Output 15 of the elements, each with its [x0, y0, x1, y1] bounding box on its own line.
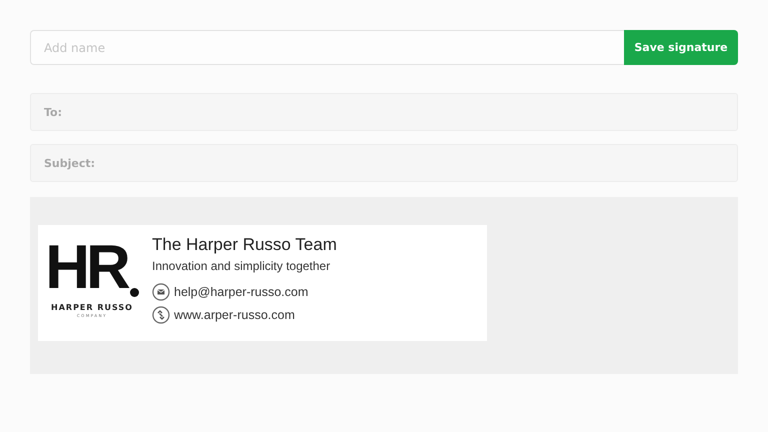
envelope-icon: [152, 283, 170, 301]
input-field[interactable]: Subject:: [30, 144, 738, 182]
logo-name: HARPER RUSSO: [51, 303, 133, 312]
contact-text: help@harper-russo.com: [174, 285, 308, 299]
field-label: Subject:: [44, 156, 96, 170]
link-icon: [152, 306, 170, 324]
signature-title: The Harper Russo Team: [152, 235, 337, 255]
signature-subtitle: Innovation and simplicity together: [152, 259, 332, 273]
dot-icon: [130, 288, 139, 297]
name-field[interactable]: Add name: [30, 30, 624, 65]
contact-text: www.arper-russo.com: [174, 308, 295, 322]
field-label: To:: [44, 106, 62, 118]
input-field[interactable]: To:: [30, 93, 738, 131]
save-signature-button[interactable]: Save signature: [624, 30, 738, 65]
logo-mark: HR: [45, 237, 127, 299]
